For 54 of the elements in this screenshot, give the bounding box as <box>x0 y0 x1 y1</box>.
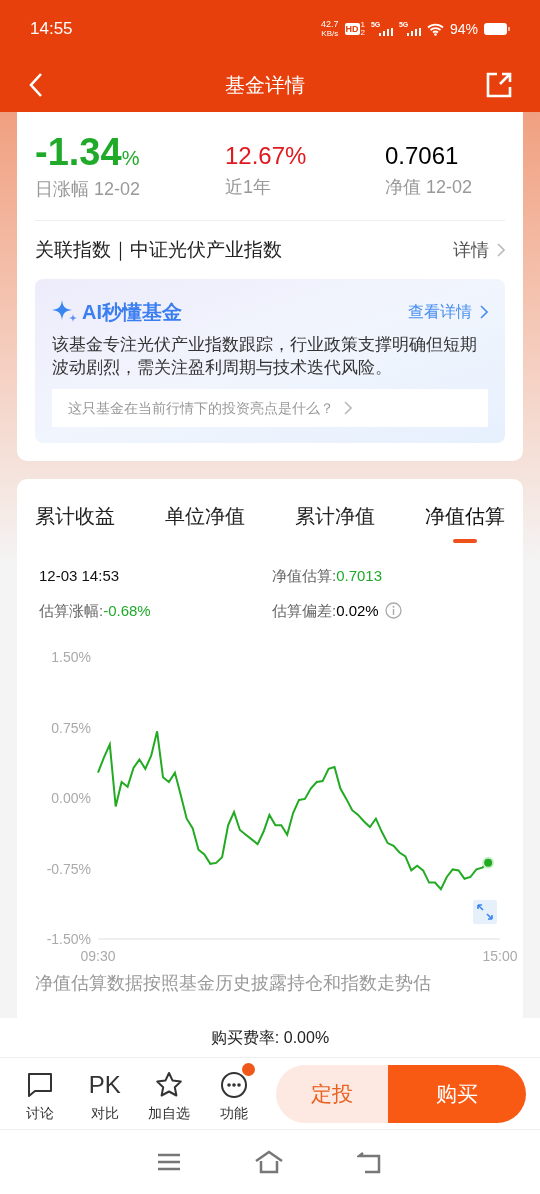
y-axis-label: -0.75% <box>46 860 91 877</box>
chevron-icon <box>344 401 352 415</box>
stat-label: 近1年 <box>225 176 272 198</box>
share-icon[interactable] <box>486 72 512 98</box>
x-axis-label: 09:30 <box>80 948 116 964</box>
wifi-icon <box>426 22 444 36</box>
toolbar-item[interactable]: 功能 <box>207 1063 260 1124</box>
stat-value: -1.34% <box>35 132 141 175</box>
star-icon <box>155 1071 184 1099</box>
chat-icon <box>26 1071 54 1099</box>
disclaimer-text: 净值估算数据按照基金历史披露持仓和指数走势估 <box>34 972 432 995</box>
chart-tab[interactable]: 累计收益 <box>35 501 115 543</box>
network-speed: 42.7 KB/s <box>321 20 339 38</box>
estimate-time: 12-03 14:53 <box>39 566 121 586</box>
battery-icon <box>484 23 510 35</box>
chart-tab[interactable]: 净值估算 <box>425 501 505 543</box>
chevron-icon <box>480 305 488 319</box>
more-icon <box>219 1071 248 1099</box>
estimate-value: 0.7013 <box>336 567 383 584</box>
toolbar-item[interactable]: PK 对比 <box>78 1063 131 1124</box>
chart-tab[interactable]: 累计净值 <box>295 501 375 543</box>
status-time: 14:55 <box>30 18 73 41</box>
estimate-value: -0.68% <box>103 601 151 619</box>
y-axis-label: 0.00% <box>51 790 91 806</box>
back-icon[interactable] <box>28 72 44 98</box>
expand-icon[interactable] <box>473 900 497 924</box>
purchase-fee: 购买费率: 0.00% <box>210 1027 330 1048</box>
estimate-field: 估算涨幅:-0.68% <box>39 599 151 622</box>
toolbar-item[interactable]: 讨论 <box>14 1063 66 1124</box>
pk-glyph: PK <box>88 1071 121 1099</box>
stat-value: 0.7061 <box>385 141 460 171</box>
y-axis-label: 0.75% <box>51 719 91 736</box>
home-icon[interactable] <box>254 1150 284 1174</box>
battery-percent: 94% <box>449 19 478 39</box>
y-axis-label: -1.50% <box>46 931 91 947</box>
menu-icon[interactable] <box>156 1152 181 1172</box>
y-axis-label: 1.50% <box>51 649 91 665</box>
stat-label: 日涨幅 12-02 <box>35 178 142 200</box>
index-details-link[interactable]: 详情 <box>453 236 505 264</box>
toolbar-item[interactable]: 加自选 <box>143 1063 196 1124</box>
page-title: 基金详情 <box>225 73 305 98</box>
estimate-field: 估算偏差:0.02% <box>272 599 379 622</box>
info-icon[interactable] <box>384 602 402 620</box>
stat-value: 12.67% <box>225 141 308 171</box>
estimate-value: 0.02% <box>336 601 379 619</box>
ai-card-title: AI秒懂基金 <box>82 300 182 325</box>
chart-tab[interactable]: 单位净值 <box>165 501 245 543</box>
estimate-field: 净值估算:0.7013 <box>272 565 383 588</box>
x-axis-label: 15:00 <box>482 948 518 964</box>
chevron-icon <box>497 243 505 257</box>
latest-point <box>482 856 495 869</box>
stat-label: 净值 12-02 <box>385 176 474 198</box>
ai-summary-text: 该基金专注光伏产业指数跟踪，行业政策支撑明确但短期波动剧烈，需关注盈利周期与技术迭代风险。 <box>52 334 478 378</box>
related-index: 关联指数｜中证光伏产业指数 <box>35 237 282 263</box>
